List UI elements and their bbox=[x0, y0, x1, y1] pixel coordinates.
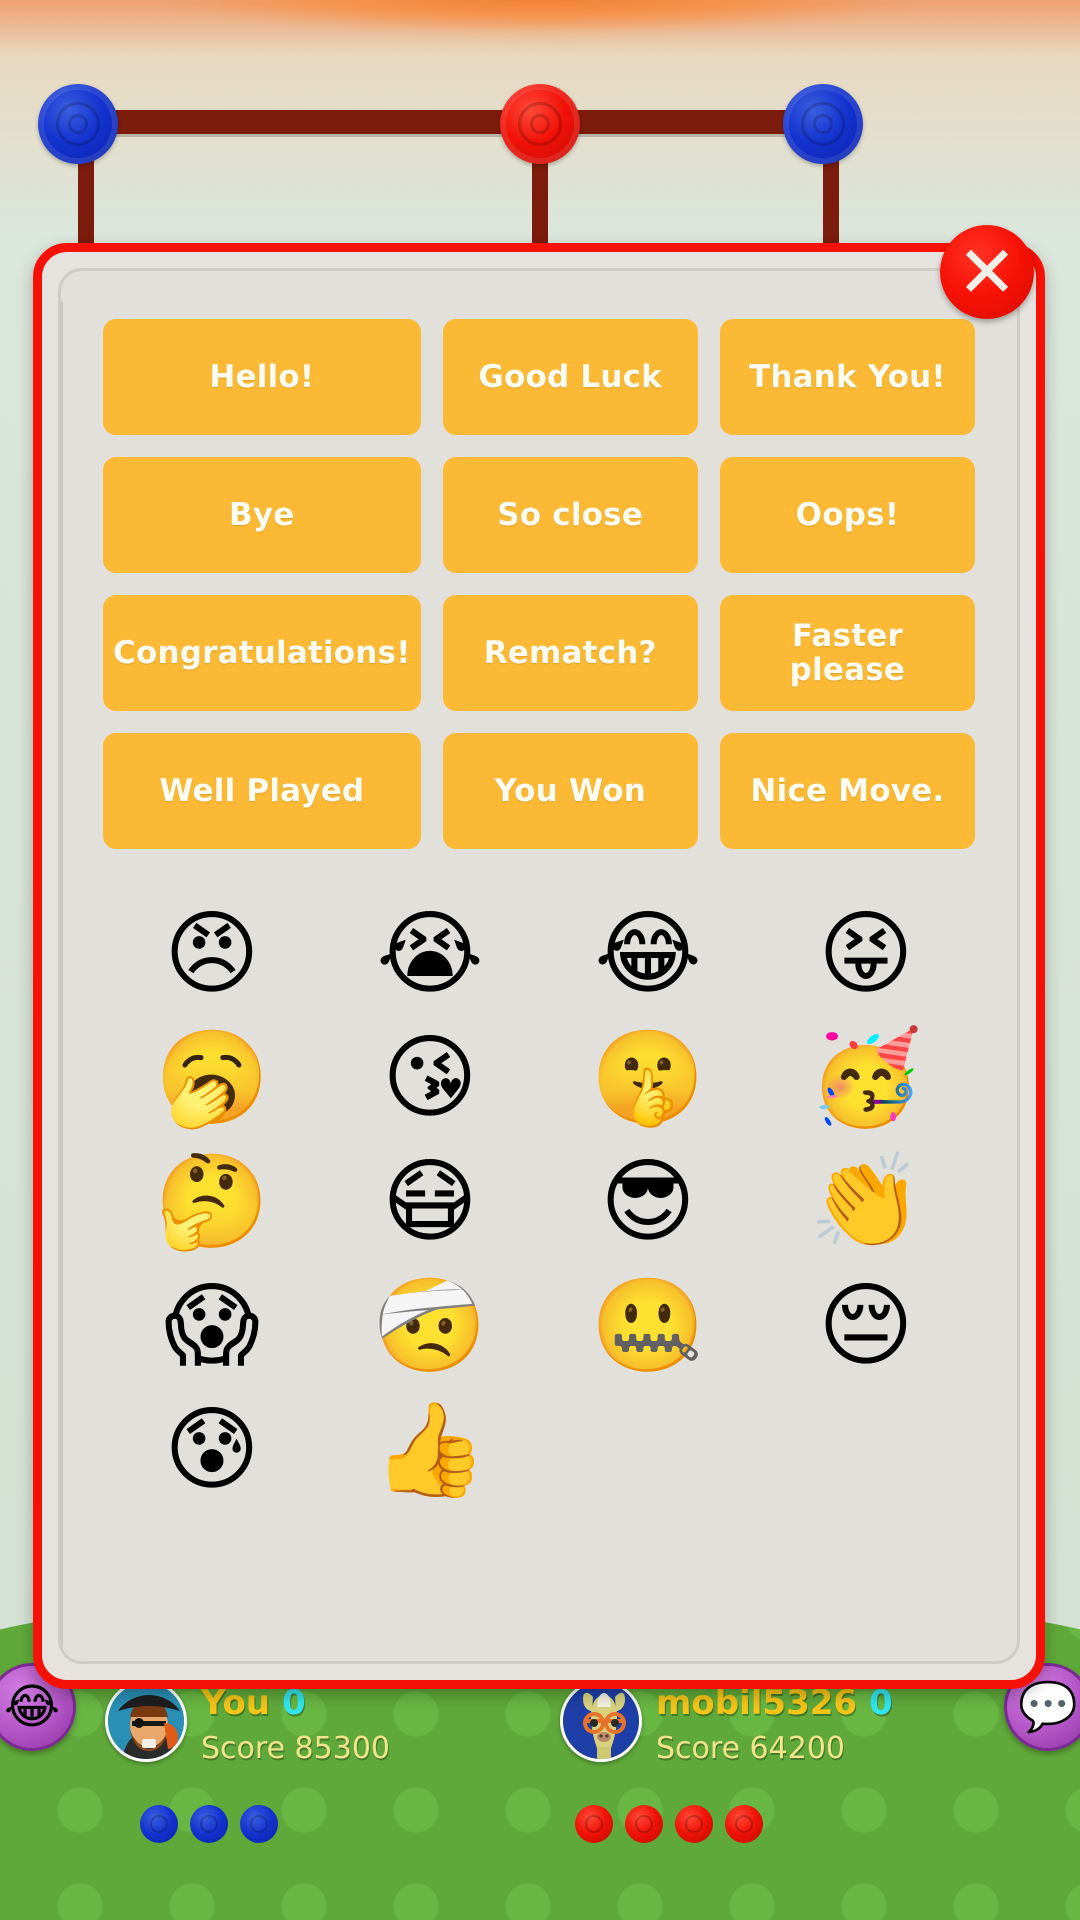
squinting-face-with-tongue-icon[interactable]: 😝 bbox=[804, 897, 928, 1011]
quick-message-button[interactable]: Hello! bbox=[103, 319, 421, 435]
loudly-crying-face-icon[interactable]: 😭 bbox=[368, 897, 492, 1011]
clapping-hands-icon[interactable]: 👏 bbox=[804, 1145, 928, 1259]
quick-message-button[interactable]: You Won bbox=[442, 733, 698, 849]
quick-message-button[interactable]: Good Luck bbox=[442, 319, 698, 435]
player-opponent-text: mobil5326 0 Score 64200 bbox=[656, 1680, 893, 1764]
quick-message-button[interactable]: Thank You! bbox=[719, 319, 975, 435]
player-opponent-name: mobil5326 bbox=[656, 1683, 858, 1723]
chip-red bbox=[575, 1805, 613, 1843]
angry-face-icon[interactable]: 😠 bbox=[150, 897, 274, 1011]
player-you-name: You bbox=[201, 1683, 271, 1723]
chip-blue bbox=[240, 1805, 278, 1843]
close-dialog-button[interactable]: ✕ bbox=[940, 225, 1034, 319]
chip-blue bbox=[190, 1805, 228, 1843]
quick-message-button[interactable]: Rematch? bbox=[442, 595, 698, 711]
shushing-face-icon[interactable]: 🤫 bbox=[586, 1021, 710, 1135]
board-peg-blue-left bbox=[38, 84, 118, 164]
anxious-face-with-sweat-icon[interactable]: 😰 bbox=[150, 1393, 274, 1507]
player-opponent-count: 0 bbox=[869, 1683, 893, 1723]
kissing-face-with-hearts-icon[interactable]: 😘 bbox=[368, 1021, 492, 1135]
chip-blue bbox=[140, 1805, 178, 1843]
quick-message-button[interactable]: Congratulations! bbox=[103, 595, 421, 711]
face-with-head-bandage-icon[interactable]: 🤕 bbox=[368, 1269, 492, 1383]
pensive-face-icon[interactable]: 😔 bbox=[804, 1269, 928, 1383]
quick-message-button[interactable]: Well Played bbox=[103, 733, 421, 849]
partying-face-icon[interactable]: 🥳 bbox=[804, 1021, 928, 1135]
player-opponent-score: Score 64200 bbox=[656, 1731, 845, 1766]
thumbs-up-icon[interactable]: 👍 bbox=[368, 1393, 492, 1507]
emoji-grid: 😠 😭 😂 😝 🥱 😘 🤫 🥳 🤔 😷 😎 👏 😱 🤕 🤐 😔 😰 👍 bbox=[103, 897, 975, 1507]
face-with-medical-mask-icon[interactable]: 😷 bbox=[368, 1145, 492, 1259]
yawning-face-icon[interactable]: 🥱 bbox=[150, 1021, 274, 1135]
smiling-face-with-sunglasses-icon[interactable]: 😎 bbox=[586, 1145, 710, 1259]
player-you-score: Score 85300 bbox=[201, 1731, 390, 1766]
player-you-row: You 0 Score 85300 bbox=[105, 1680, 390, 1764]
dialog-content: Hello! Good Luck Thank You! Bye So close Oops… bbox=[58, 268, 1020, 1664]
player-opponent-row: mobil5326 0 Score 64200 bbox=[560, 1680, 893, 1764]
board-peg-blue-right bbox=[783, 84, 863, 164]
player-you-text: You 0 Score 85300 bbox=[201, 1680, 390, 1764]
avatar-you bbox=[105, 1680, 187, 1762]
player-opponent-chips bbox=[575, 1805, 763, 1843]
player-you-count: 0 bbox=[282, 1683, 306, 1723]
chip-red bbox=[725, 1805, 763, 1843]
player-you-chips bbox=[140, 1805, 278, 1843]
quick-message-grid: Hello! Good Luck Thank You! Bye So close Oops… bbox=[103, 319, 975, 849]
quick-message-button[interactable]: Bye bbox=[103, 457, 421, 573]
quick-message-button[interactable]: Oops! bbox=[719, 457, 975, 573]
chip-red bbox=[625, 1805, 663, 1843]
chip-red bbox=[675, 1805, 713, 1843]
board-top-rail bbox=[75, 110, 830, 134]
zipper-mouth-face-icon[interactable]: 🤐 bbox=[586, 1269, 710, 1383]
board-peg-red-center bbox=[500, 84, 580, 164]
shocked-face-with-clock-icon[interactable]: 😱 bbox=[150, 1269, 274, 1383]
quick-message-button[interactable]: So close bbox=[442, 457, 698, 573]
quick-message-button[interactable]: Faster please bbox=[719, 595, 975, 711]
emoji-message-dialog: Hello! Good Luck Thank You! Bye So close Oops… bbox=[33, 243, 1045, 1689]
quick-message-button[interactable]: Nice Move. bbox=[719, 733, 975, 849]
face-with-tears-of-joy-icon[interactable]: 😂 bbox=[586, 897, 710, 1011]
avatar-opponent bbox=[560, 1680, 642, 1762]
close-icon: ✕ bbox=[956, 230, 1018, 314]
thinking-face-icon[interactable]: 🤔 bbox=[150, 1145, 274, 1259]
dialog-scrollbar-track[interactable] bbox=[61, 301, 63, 1661]
